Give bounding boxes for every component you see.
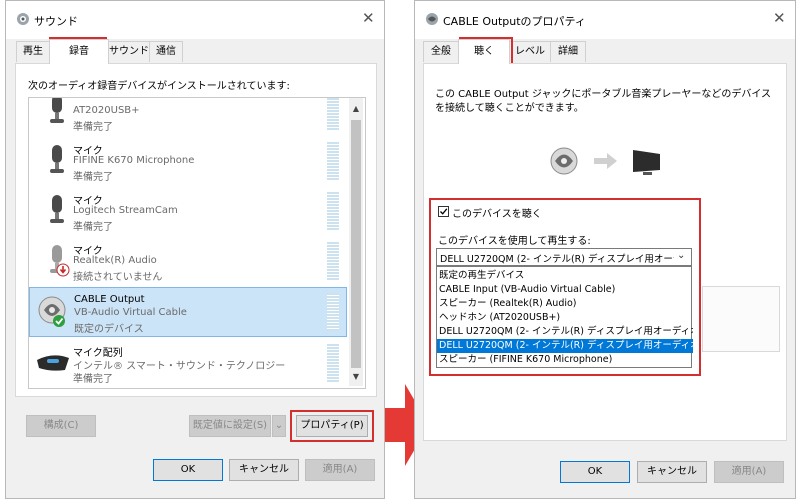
playback-label: このデバイスを使用して再生する: (438, 236, 591, 247)
cable-icon (36, 293, 70, 329)
description-text: この CABLE Output ジャックにポータブル音楽プレーヤーなどのデバイス… (435, 89, 772, 114)
scrollbar-thumb[interactable] (351, 120, 361, 368)
dropdown-option[interactable]: CABLE Input (VB-Audio Virtual Cable) (437, 283, 693, 297)
power-management-group (702, 286, 780, 352)
title-bar: サウンド ✕ (6, 1, 384, 39)
tab-listen[interactable]: 聴く (458, 39, 510, 64)
sound-dialog: サウンド ✕ 再生 録音 サウンド 通信 次のオーディオ録音デバイスがインストー… (5, 0, 385, 499)
dropdown-option-highlighted[interactable]: DELL U2720QM (2- インテル(R) ディスプレイ用オーディオ) (437, 339, 693, 353)
microphone-icon (43, 243, 71, 277)
scroll-up-icon[interactable]: ▲ (349, 102, 363, 116)
ok-button[interactable]: OK (560, 461, 630, 483)
list-item[interactable]: マイク FIFINE K670 Microphone 準備完了 (29, 136, 347, 186)
cable-app-icon (425, 12, 439, 26)
listen-checkbox-label: このデバイスを聴く (452, 209, 542, 220)
chevron-down-icon[interactable]: ⌄ (677, 250, 685, 261)
cancel-button[interactable]: キャンセル (637, 461, 707, 483)
monitor-icon (630, 146, 664, 176)
tab-general[interactable]: 全般 (423, 41, 459, 62)
cable-icon (546, 144, 582, 178)
apply-button[interactable]: 適用(A) (305, 459, 375, 481)
microphone-icon (43, 143, 71, 177)
ok-button[interactable]: OK (153, 459, 223, 481)
window-title: CABLE Outputのプロパティ (443, 15, 586, 28)
level-meter (327, 293, 339, 331)
dropdown-option[interactable]: スピーカー (FIFINE K670 Microphone) (437, 353, 693, 367)
selected-device-value: DELL U2720QM (2- インテル(R) ディスプレイ用オーディオ (440, 254, 674, 265)
dropdown-option[interactable]: 既定の再生デバイス (437, 269, 693, 283)
list-item[interactable]: マイク Realtek(R) Audio 接続されていません (29, 236, 347, 286)
level-meter (327, 192, 339, 230)
close-icon[interactable]: ✕ (773, 9, 786, 27)
tab-communications[interactable]: 通信 (149, 41, 183, 62)
recording-panel: 次のオーディオ録音デバイスがインストールされています: AT2020USB+ 準… (15, 63, 377, 397)
close-icon[interactable]: ✕ (362, 9, 375, 27)
chevron-down-icon[interactable]: ⌄ (272, 415, 286, 437)
level-meter (327, 242, 339, 280)
level-meter (327, 344, 339, 382)
tab-playback[interactable]: 再生 (16, 41, 50, 62)
speaker-app-icon (16, 12, 30, 26)
tab-sounds[interactable]: サウンド (108, 41, 150, 62)
playback-device-select[interactable]: DELL U2720QM (2- インテル(R) ディスプレイ用オーディオ ⌄ (436, 248, 692, 266)
dropdown-option[interactable]: DELL U2720QM (2- インテル(R) ディスプレイ用オーディオ) (437, 325, 693, 339)
device-list[interactable]: AT2020USB+ 準備完了 マイク FIFINE K670 Micropho… (28, 97, 366, 389)
cancel-button[interactable]: キャンセル (229, 459, 299, 481)
mic-array-icon (35, 350, 71, 374)
apply-button[interactable]: 適用(A) (714, 461, 784, 483)
level-meter (327, 98, 339, 130)
list-item[interactable]: AT2020USB+ 準備完了 (29, 98, 347, 136)
list-item[interactable]: マイク Logitech StreamCam 準備完了 (29, 186, 347, 236)
scroll-down-icon[interactable]: ▼ (349, 370, 363, 384)
set-default-button[interactable]: 既定値に設定(S) (189, 415, 271, 437)
list-item-selected[interactable]: CABLE Output VB-Audio Virtual Cable 既定のデ… (29, 287, 347, 337)
configure-button[interactable]: 構成(C) (26, 415, 96, 437)
instruction-text: 次のオーディオ録音デバイスがインストールされています: (28, 81, 290, 92)
tab-levels[interactable]: レベル (509, 41, 551, 62)
level-meter (327, 142, 339, 180)
window-title: サウンド (34, 15, 78, 28)
listen-checkbox[interactable] (438, 206, 449, 217)
microphone-icon (43, 193, 71, 227)
scrollbar[interactable]: ▲ ▼ (349, 98, 363, 386)
microphone-icon (43, 98, 71, 127)
list-item[interactable]: マイク配列 インテル® スマート・サウンド・テクノロジー 準備完了 (29, 338, 347, 388)
device-dropdown-list[interactable]: 既定の再生デバイス CABLE Input (VB-Audio Virtual … (436, 266, 693, 368)
dropdown-option[interactable]: ヘッドホン (AT2020USB+) (437, 311, 693, 325)
title-bar: CABLE Outputのプロパティ ✕ (415, 1, 795, 39)
tab-recording[interactable]: 録音 (49, 39, 109, 64)
dropdown-option[interactable]: スピーカー (Realtek(R) Audio) (437, 297, 693, 311)
cable-output-properties-dialog: CABLE Outputのプロパティ ✕ 全般 聴く レベル 詳細 この CAB… (414, 0, 796, 499)
listen-panel: この CABLE Output ジャックにポータブル音楽プレーヤーなどのデバイス… (423, 63, 787, 441)
properties-button[interactable]: プロパティ(P) (296, 415, 368, 437)
arrow-right-icon (594, 152, 618, 170)
tab-advanced[interactable]: 詳細 (550, 41, 586, 62)
